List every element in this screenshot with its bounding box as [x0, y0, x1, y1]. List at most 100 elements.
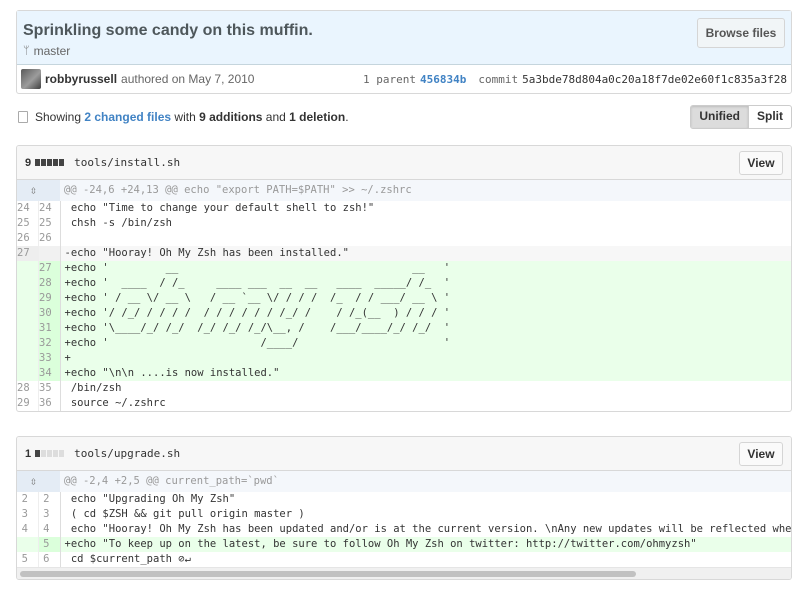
old-line-number[interactable] [17, 537, 39, 552]
diff-line: 29 +echo ' / __ \/ __ \ / __ `__ \/ / / /… [17, 291, 791, 306]
code-line: + [60, 351, 791, 366]
code-line: /bin/zsh [64, 382, 122, 394]
commit-title-bar: Sprinkling some candy on this muffin. ᛘ … [17, 11, 791, 65]
with-text: with [174, 110, 196, 124]
file-header: 1 tools/upgrade.sh View [17, 437, 791, 471]
branch-name[interactable]: master [34, 44, 71, 58]
new-line-number[interactable]: 25 [38, 216, 61, 231]
new-line-number[interactable]: 36 [38, 396, 61, 411]
new-line-number[interactable]: 5 [38, 537, 61, 552]
commit-meta: robbyrussell authored on May 7, 2010 1 p… [17, 65, 791, 93]
code-line: echo "Upgrading Oh My Zsh" [64, 493, 236, 505]
browse-files-button[interactable]: Browse files [697, 18, 785, 48]
avatar[interactable] [21, 69, 41, 89]
commit-title: Sprinkling some candy on this muffin. [23, 22, 313, 39]
new-line-number[interactable]: 30 [38, 306, 61, 321]
scrollbar-thumb[interactable] [20, 571, 636, 577]
new-line-number[interactable]: 31 [38, 321, 61, 336]
new-line-number[interactable]: 34 [38, 366, 61, 381]
change-count: 1 [25, 447, 32, 460]
new-line-number[interactable]: 28 [38, 276, 61, 291]
file-diff-install: 9 tools/install.sh View ⇳ @@ -24,6 +24,13… [16, 145, 792, 412]
parent-label: 1 parent [363, 72, 416, 86]
old-line-number[interactable]: 3 [17, 507, 39, 522]
code-line: source ~/.zshrc [64, 397, 166, 409]
commit-sha: 5a3bde78d804a0c20a18f7de02e60f1c835a3f28 [522, 72, 787, 86]
diff-line: 28 +echo ' ____ / /_ ____ ___ __ __ ____ … [17, 276, 791, 291]
old-line-number[interactable] [17, 291, 39, 306]
new-line-number[interactable]: 24 [38, 201, 61, 216]
branch-info: ᛘ master [23, 44, 785, 58]
new-line-number[interactable]: 26 [38, 231, 61, 246]
new-line-number[interactable]: 6 [38, 552, 61, 567]
old-line-number[interactable]: 24 [17, 201, 39, 216]
old-line-number[interactable]: 28 [17, 381, 39, 396]
diff-line: 26 26 [17, 231, 791, 246]
diff-line: 28 35 /bin/zsh [17, 381, 791, 396]
old-line-number[interactable] [17, 336, 39, 351]
file-header: 9 tools/install.sh View [17, 146, 791, 180]
code-line: ( cd $ZSH && git pull origin master ) [64, 508, 305, 520]
file-icon [18, 111, 28, 123]
expand-icon[interactable]: ⇳ [17, 471, 60, 492]
diff-line: 29 36 source ~/.zshrc [17, 396, 791, 411]
old-line-number[interactable]: 5 [17, 552, 39, 567]
new-line-number[interactable]: 3 [38, 507, 61, 522]
new-line-number[interactable]: 32 [38, 336, 61, 351]
code-line: echo "Time to change your default shell … [64, 202, 375, 214]
diff-summary: Showing 2 changed files with 9 additions… [16, 105, 792, 129]
old-line-number[interactable] [17, 366, 39, 381]
diff-table: ⇳ @@ -24,6 +24,13 @@ echo "export PATH=$P… [17, 180, 791, 411]
horizontal-scrollbar[interactable] [17, 567, 791, 579]
new-line-number[interactable]: 27 [38, 261, 61, 276]
old-line-number[interactable]: 26 [17, 231, 39, 246]
old-line-number[interactable]: 2 [17, 492, 39, 507]
unified-button[interactable]: Unified [691, 106, 749, 128]
code-line: -echo "Hooray! Oh My Zsh has been instal… [60, 246, 791, 261]
new-line-number[interactable]: 4 [38, 522, 61, 537]
diff-line: 32 +echo ' /____/ ' [17, 336, 791, 351]
diff-line: 44 echo "Hooray! Oh My Zsh has been upda… [17, 522, 791, 537]
file-diff-upgrade: 1 tools/upgrade.sh View ⇳ @@ -2,4 +2,5 @@… [16, 436, 792, 580]
code-line: +echo ' / __ \/ __ \ / __ `__ \/ / / / /… [60, 291, 791, 306]
diff-line: 24 24 echo "Time to change your default s… [17, 201, 791, 216]
file-path[interactable]: tools/install.sh [74, 156, 180, 169]
view-file-button[interactable]: View [739, 150, 783, 175]
diff-table: ⇳ @@ -2,4 +2,5 @@ current_path=`pwd` 2 2 ec… [17, 471, 791, 567]
view-file-button[interactable]: View [739, 441, 783, 466]
author-link[interactable]: robbyrussell [45, 72, 117, 86]
code-line: +echo ' ____ / /_ ____ ___ __ __ ____ __… [60, 276, 791, 291]
commit-shas: 1 parent 456834b commit 5a3bde78d804a0c2… [363, 73, 787, 86]
diff-line: 56 cd $current_path ⊘↵ [17, 552, 791, 567]
split-button[interactable]: Split [749, 106, 791, 128]
hunk-header: ⇳ @@ -24,6 +24,13 @@ echo "export PATH=$P… [17, 180, 791, 201]
changed-files-link[interactable]: 2 changed files [84, 110, 171, 124]
branch-icon: ᛘ [23, 45, 30, 57]
old-line-number[interactable]: 25 [17, 216, 39, 231]
diff-line: 30 +echo '/ /_/ / / / / / / / / / / /_/ /… [17, 306, 791, 321]
diff-line: 31 +echo '\____/_/ /_/ /_/ /_/ /_/\__, / … [17, 321, 791, 336]
diff-line: 5 +echo "To keep up on the latest, be sur… [17, 537, 791, 552]
old-line-number[interactable] [17, 351, 39, 366]
old-line-number[interactable] [17, 321, 39, 336]
old-line-number[interactable]: 29 [17, 396, 39, 411]
old-line-number[interactable]: 27 [17, 246, 39, 261]
commit-header: Sprinkling some candy on this muffin. ᛘ … [16, 10, 792, 94]
diff-line: 27 -echo "Hooray! Oh My Zsh has been inst… [17, 246, 791, 261]
period-text: . [345, 110, 349, 124]
new-line-number[interactable]: 35 [38, 381, 61, 396]
code-line: chsh -s /bin/zsh [64, 217, 172, 229]
new-line-number[interactable]: 33 [38, 351, 61, 366]
new-line-number[interactable] [38, 246, 61, 261]
old-line-number[interactable] [17, 261, 39, 276]
expand-icon[interactable]: ⇳ [17, 180, 60, 201]
diff-line: 27 +echo ' __ __ ' [17, 261, 791, 276]
deletions-count: 1 deletion [289, 110, 346, 124]
new-line-number[interactable]: 29 [38, 291, 61, 306]
old-line-number[interactable] [17, 276, 39, 291]
file-path[interactable]: tools/upgrade.sh [74, 447, 180, 460]
parent-sha-link[interactable]: 456834b [420, 73, 466, 86]
new-line-number[interactable]: 2 [38, 492, 61, 507]
old-line-number[interactable]: 4 [17, 522, 39, 537]
old-line-number[interactable] [17, 306, 39, 321]
